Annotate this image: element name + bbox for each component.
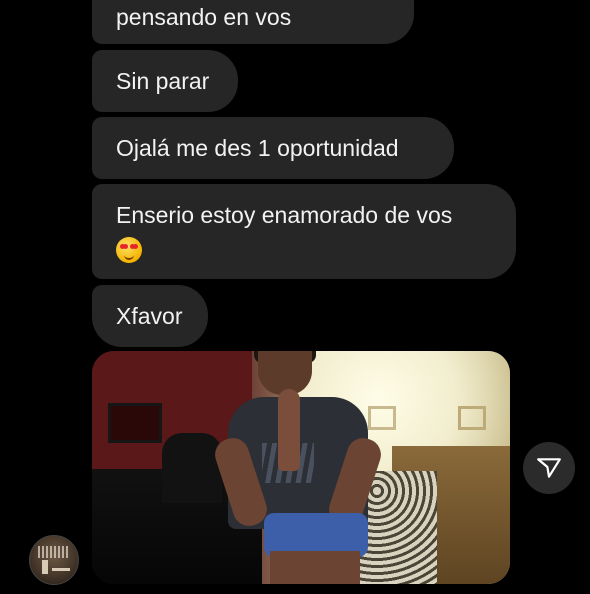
photo-praying-hands bbox=[278, 389, 300, 471]
message-text: pensando en vos bbox=[116, 4, 292, 30]
photo-frame bbox=[458, 406, 486, 430]
send-paper-plane-icon bbox=[537, 458, 561, 478]
photo-sofa-arm bbox=[162, 433, 222, 503]
message-bubble-5[interactable]: Xfavor bbox=[92, 285, 208, 347]
message-text: Ojalá me des 1 oportunidad bbox=[116, 135, 399, 161]
message-bubble-1[interactable]: pensando en vos bbox=[92, 0, 414, 44]
message-bubble-2[interactable]: Sin parar bbox=[92, 50, 238, 112]
message-text: Xfavor bbox=[116, 303, 183, 329]
message-bubble-3[interactable]: Ojalá me des 1 oportunidad bbox=[92, 117, 454, 179]
photo-person-legs bbox=[270, 551, 360, 584]
chat-screen: { "messages": [ {"text": "pensando en vo… bbox=[0, 0, 590, 594]
message-bubble-4[interactable]: Enserio estoy enamorado de vos bbox=[92, 184, 516, 279]
message-text: Enserio estoy enamorado de vos bbox=[116, 202, 453, 228]
photo-frame bbox=[368, 406, 396, 430]
heart-eyes-emoji-icon bbox=[116, 236, 142, 263]
share-button[interactable] bbox=[523, 442, 575, 494]
photo-frame bbox=[108, 403, 162, 443]
photo-person-head bbox=[258, 351, 312, 395]
sender-avatar[interactable] bbox=[29, 535, 79, 585]
photo-message[interactable] bbox=[92, 351, 510, 584]
message-text: Sin parar bbox=[116, 68, 210, 94]
